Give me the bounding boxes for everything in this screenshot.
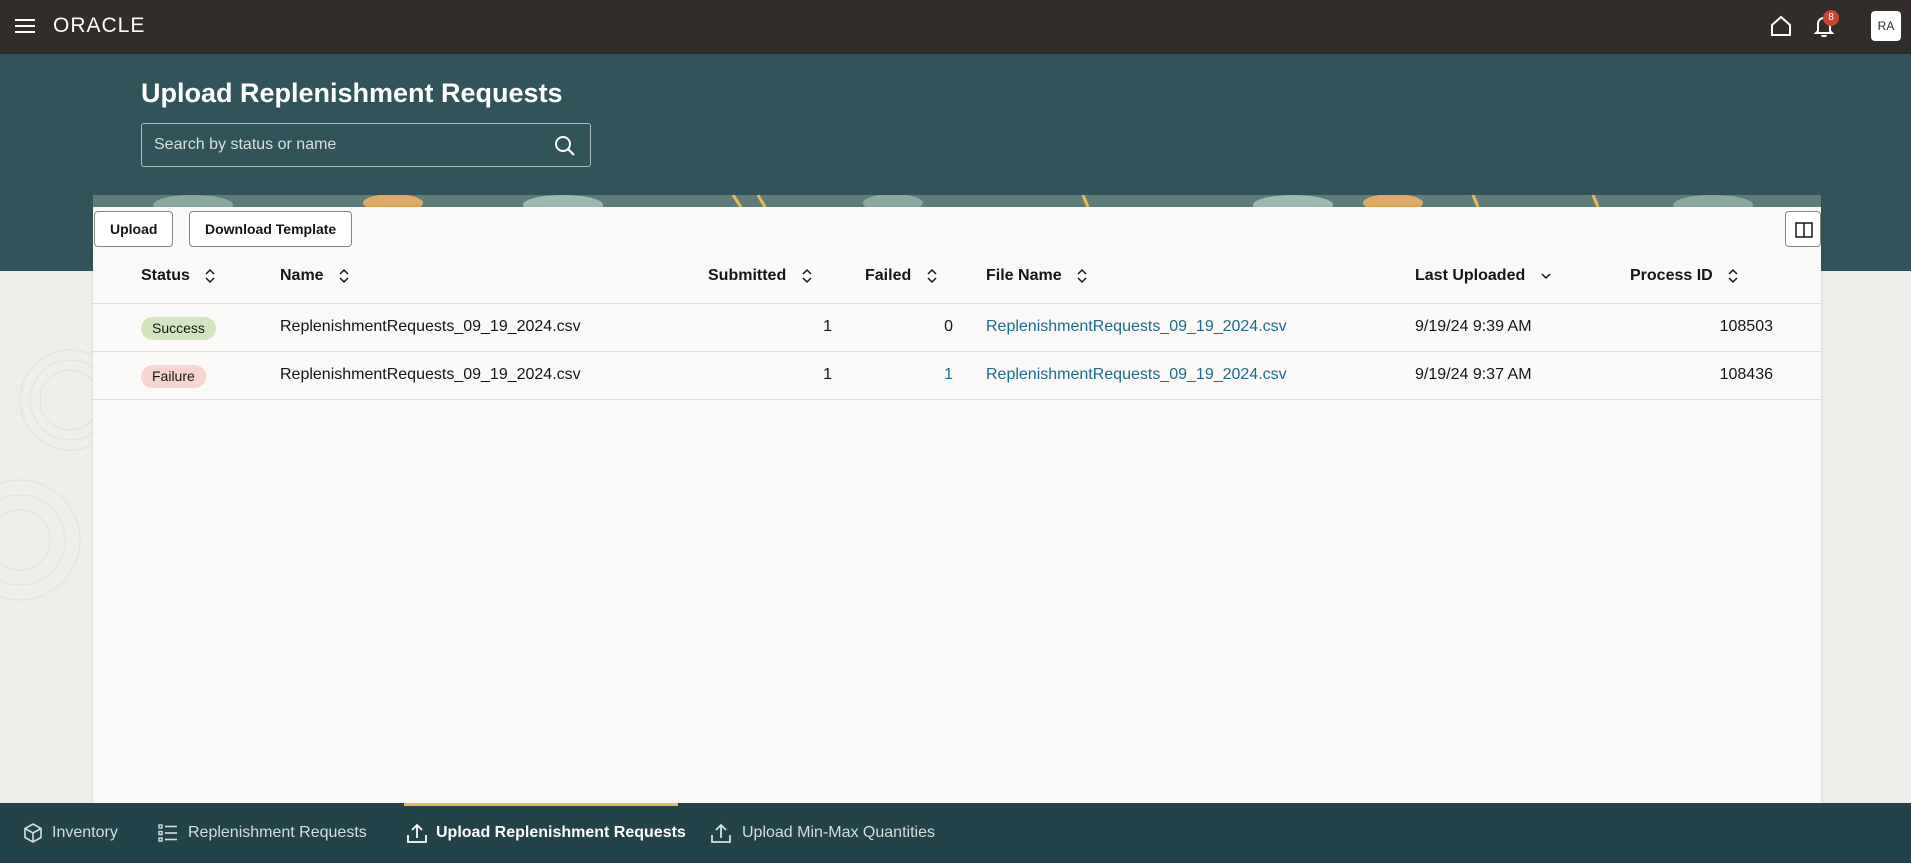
nav-item-upload-replenishment-requests[interactable]: Upload Replenishment Requests: [404, 803, 686, 863]
table-header-divider: [93, 303, 1821, 304]
cube-icon: [24, 823, 42, 843]
nav-item-inventory[interactable]: Inventory: [22, 803, 162, 863]
column-header-failed[interactable]: Failed: [865, 267, 938, 287]
column-header-label: Submitted: [708, 267, 787, 284]
row-file-name-link[interactable]: ReplenishmentRequests_09_19_2024.csv: [986, 318, 1287, 336]
column-header-label: Status: [141, 267, 190, 284]
nav-item-label: Upload Min-Max Quantities: [742, 824, 935, 841]
page-title: Upload Replenishment Requests: [141, 78, 563, 108]
row-process-id: 108503: [1719, 318, 1773, 335]
list-icon: [158, 824, 177, 842]
row-name: ReplenishmentRequests_09_19_2024.csv: [280, 366, 581, 383]
download-template-button[interactable]: Download Template: [189, 211, 353, 247]
user-avatar[interactable]: RA: [1871, 11, 1901, 41]
columns-icon: [1795, 222, 1813, 238]
row-name: ReplenishmentRequests_09_19_2024.csv: [280, 318, 581, 335]
row-divider: [93, 351, 1821, 352]
upload-button[interactable]: Upload: [94, 211, 174, 247]
sort-icon[interactable]: [1727, 268, 1739, 284]
home-icon[interactable]: [1768, 13, 1794, 39]
search-icon[interactable]: [554, 135, 576, 157]
column-header-status[interactable]: Status: [141, 267, 216, 287]
decorative-banner-strip: [93, 195, 1821, 207]
sort-icon[interactable]: [926, 268, 938, 284]
status-badge-success: Success: [141, 317, 216, 340]
nav-item-label: Replenishment Requests: [188, 824, 367, 841]
column-header-label: Process ID: [1630, 267, 1713, 284]
sort-icon[interactable]: [801, 268, 813, 284]
upload-icon: [711, 823, 731, 843]
uploads-table-card: Upload Download Template Status Name Sub…: [93, 207, 1821, 803]
column-header-file-name[interactable]: File Name: [986, 267, 1088, 287]
row-failed: 0: [944, 318, 953, 335]
nav-item-upload-min-max-quantities[interactable]: Upload Min-Max Quantities: [710, 803, 960, 863]
column-header-label: Name: [280, 267, 324, 284]
oracle-logo[interactable]: ORACLE: [53, 14, 145, 38]
search-input[interactable]: [142, 124, 542, 166]
column-header-last-uploaded[interactable]: Last Uploaded: [1415, 267, 1552, 287]
row-file-name-link[interactable]: ReplenishmentRequests_09_19_2024.csv: [986, 366, 1287, 384]
status-badge-failure: Failure: [141, 365, 206, 388]
upload-icon: [407, 823, 427, 843]
row-process-id: 108436: [1719, 366, 1773, 383]
hamburger-menu-icon[interactable]: [14, 15, 36, 37]
row-failed-link[interactable]: 1: [933, 366, 953, 384]
column-header-name[interactable]: Name: [280, 267, 350, 287]
row-last-uploaded: 9/19/24 9:37 AM: [1415, 366, 1532, 383]
row-last-uploaded: 9/19/24 9:39 AM: [1415, 318, 1532, 335]
search-field[interactable]: [141, 123, 591, 167]
sort-icon[interactable]: [1076, 268, 1088, 284]
column-header-label: File Name: [986, 267, 1062, 284]
notification-count-badge: 8: [1823, 10, 1839, 26]
column-header-process-id[interactable]: Process ID: [1630, 267, 1739, 287]
row-submitted: 1: [823, 318, 832, 335]
nav-item-label: Inventory: [52, 824, 118, 841]
column-header-submitted[interactable]: Submitted: [708, 267, 813, 287]
row-divider: [93, 399, 1821, 400]
nav-item-label: Upload Replenishment Requests: [436, 824, 686, 841]
row-submitted: 1: [823, 366, 832, 383]
column-layout-button[interactable]: [1785, 211, 1821, 247]
column-header-label: Failed: [865, 267, 912, 284]
top-header-bar: ORACLE 8 RA: [0, 0, 1911, 54]
background-pattern: [0, 349, 93, 601]
sort-icon[interactable]: [204, 268, 216, 284]
bottom-navigation-bar: Inventory Replenishment Requests Upload …: [0, 803, 1911, 863]
column-header-label: Last Uploaded: [1415, 267, 1526, 284]
nav-item-replenishment-requests[interactable]: Replenishment Requests: [157, 803, 387, 863]
sort-icon[interactable]: [338, 268, 350, 284]
sort-descending-icon[interactable]: [1540, 268, 1552, 284]
